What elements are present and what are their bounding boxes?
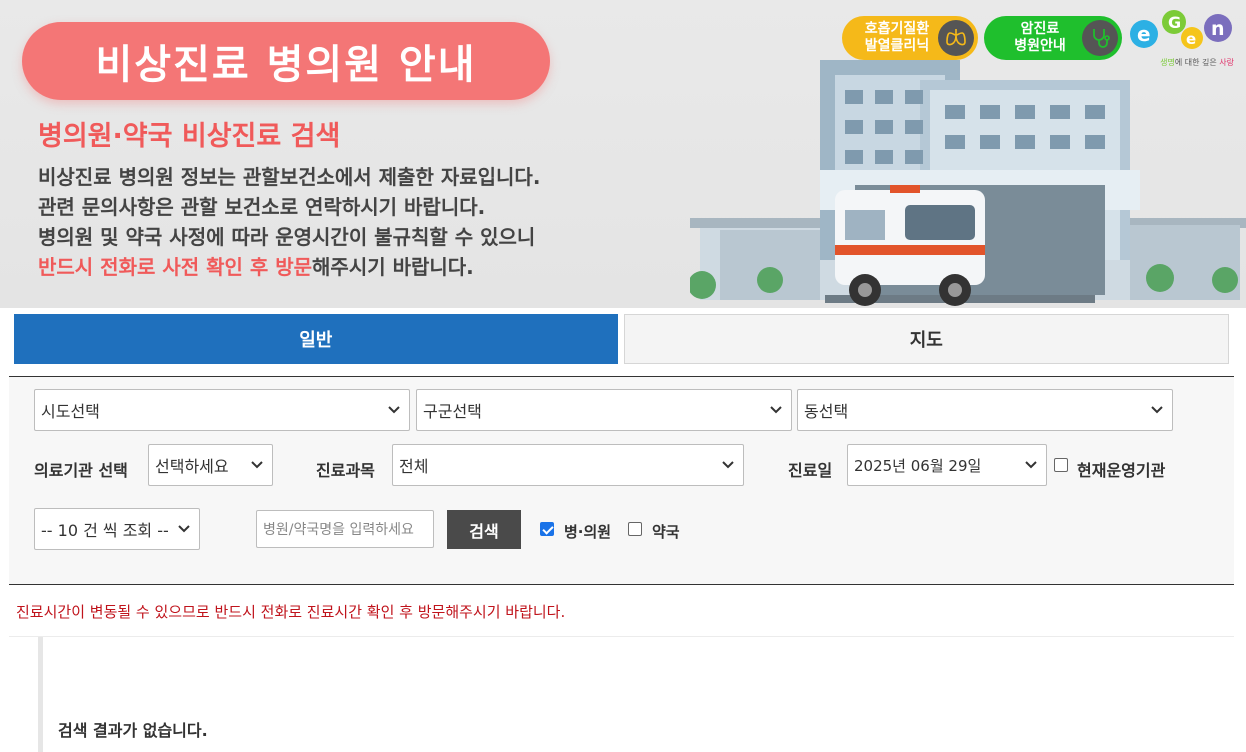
chevron-down-icon [1151,406,1163,414]
banner-description: 비상진료 병의원 정보는 관할보건소에서 제출한 자료입니다. 관련 문의사항은… [38,162,540,282]
page-size-select-value: -- 10 건 씩 조회 -- [41,521,169,540]
pharmacy-checkbox[interactable] [628,522,642,536]
banner-desc-rest: 해주시기 바랍니다. [312,255,474,279]
chevron-down-icon [722,461,734,469]
cancer-label-line2: 병원안내 [1014,38,1066,54]
chevron-down-icon [770,406,782,414]
search-form: 시도선택 구군선택 동선택 의료기관 선택 선택하세요 진료과목 전체 진료일 … [9,376,1234,585]
respiratory-clinic-button[interactable]: 호흡기질환 발열클리닉 [842,16,978,60]
respiratory-label-line1: 호흡기질환 [864,21,930,37]
egen-logo[interactable]: e G e n 생명에 대한 깊은 사랑 [1128,8,1234,68]
cancer-hospital-button[interactable]: 암진료 병원안내 [984,16,1122,60]
banner: 비상진료 병의원 안내 병의원·약국 비상진료 검색 비상진료 병의원 정보는 … [0,0,1246,308]
chevron-down-icon [1025,461,1037,469]
chevron-down-icon [178,525,190,533]
logo-tagline: 생명에 대한 깊은 사랑 [1160,58,1234,67]
search-input[interactable]: 병원/약국명을 입력하세요 [256,510,434,548]
department-select-value: 전체 [399,457,429,476]
banner-desc-line: 반드시 전화로 사전 확인 후 방문해주시기 바랍니다. [38,252,540,282]
svg-text:n: n [1211,18,1225,40]
sido-select[interactable]: 시도선택 [34,389,410,431]
gugun-select[interactable]: 구군선택 [416,389,792,431]
hospital-illustration [690,60,1246,306]
respiratory-label-line2: 발열클리닉 [864,38,930,54]
stethoscope-icon [1082,20,1118,56]
banner-desc-line: 관련 문의사항은 관할 보건소로 연락하시기 바랍니다. [38,195,486,219]
hospital-checkbox[interactable] [540,522,554,536]
page-size-select[interactable]: -- 10 건 씩 조회 -- [34,508,200,550]
operating-now-checkbox[interactable] [1054,458,1068,472]
date-label: 진료일 [788,461,833,480]
dong-select-value: 동선택 [804,402,849,421]
department-label: 진료과목 [316,461,375,480]
banner-title: 비상진료 병의원 안내 [22,22,550,100]
chevron-down-icon [388,406,400,414]
pharmacy-label: 약국 [652,523,680,541]
date-select-value: 2025년 06월 29일 [854,456,982,475]
svg-text:e: e [1186,30,1196,48]
banner-desc-line: 비상진료 병의원 정보는 관할보건소에서 제출한 자료입니다. [38,165,541,189]
institution-label: 의료기관 선택 [34,461,128,480]
tab-map[interactable]: 지도 [623,314,1229,364]
svg-text:G: G [1168,13,1181,32]
cancer-label-line1: 암진료 [1020,21,1060,37]
banner-desc-line: 병의원 및 약국 사정에 따라 운영시간이 불규칙할 수 있으니 [38,225,536,249]
dong-select[interactable]: 동선택 [797,389,1173,431]
search-button[interactable]: 검색 [447,510,521,549]
institution-select-value: 선택하세요 [155,457,229,476]
svg-text:e: e [1137,22,1151,46]
empty-result-message: 검색 결과가 없습니다. [58,721,208,740]
gugun-select-value: 구군선택 [423,402,482,421]
result-panel: 검색 결과가 없습니다. [38,637,1234,752]
view-tabs: 일반 지도 [14,314,1229,364]
institution-select[interactable]: 선택하세요 [148,444,273,486]
operating-now-label: 현재운영기관 [1077,461,1166,480]
banner-subtitle: 병의원·약국 비상진료 검색 [38,121,341,152]
banner-desc-highlight: 반드시 전화로 사전 확인 후 방문 [38,255,313,279]
sido-select-value: 시도선택 [41,402,100,421]
department-select[interactable]: 전체 [392,444,744,486]
notice-text: 진료시간이 변동될 수 있으므로 반드시 전화로 진료시간 확인 후 방문해주시… [16,603,566,621]
lungs-icon [938,20,974,56]
chevron-down-icon [251,461,263,469]
hospital-label: 병·의원 [564,523,612,541]
tab-general[interactable]: 일반 [14,314,618,364]
date-select[interactable]: 2025년 06월 29일 [847,444,1047,486]
quick-links: 호흡기질환 발열클리닉 암진료 병원안내 e G e n 생명에 대한 깊은 사… [842,8,1234,68]
search-input-placeholder: 병원/약국명을 입력하세요 [263,522,414,538]
